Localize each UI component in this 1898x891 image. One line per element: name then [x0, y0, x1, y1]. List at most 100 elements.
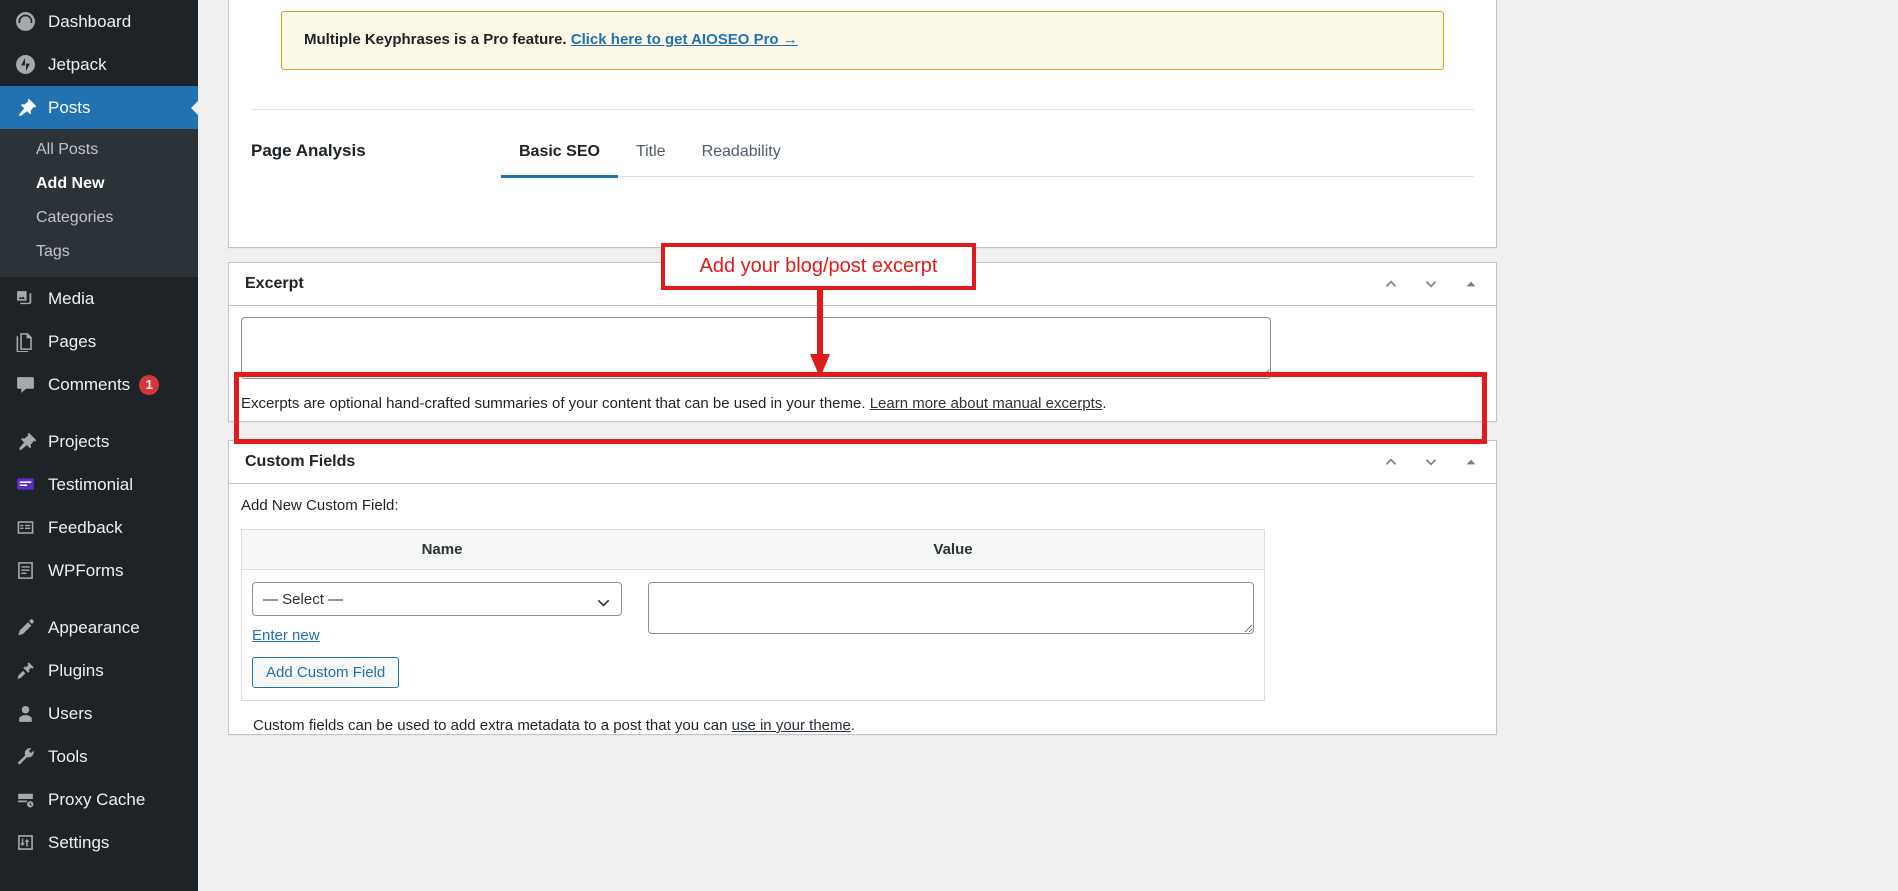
main-content-area: Multiple Keyphrases is a Pro feature. Cl…	[198, 0, 1898, 891]
page-analysis-title: Page Analysis	[251, 131, 501, 161]
toggle-panel-icon[interactable]	[1454, 445, 1488, 479]
excerpt-textarea[interactable]	[241, 317, 1271, 379]
settings-icon	[12, 830, 38, 856]
sidebar-item-projects[interactable]: Projects	[0, 420, 198, 463]
custom-fields-help-suffix: .	[851, 717, 855, 734]
page-analysis-row: Page Analysis Basic SEO Title Readabilit…	[229, 110, 1496, 177]
aioseo-pro-link[interactable]: Click here to get AIOSEO Pro →	[571, 31, 798, 48]
enter-new-link-wrapper: Enter new	[252, 616, 630, 645]
sidebar-item-jetpack[interactable]: Jetpack	[0, 43, 198, 86]
page-analysis-tabs: Basic SEO Title Readability	[501, 133, 1474, 177]
sidebar-subitem-tags[interactable]: Tags	[0, 235, 198, 269]
sidebar-item-plugins[interactable]: Plugins	[0, 649, 198, 692]
custom-fields-table-header: Name Value	[242, 530, 1264, 570]
excerpt-panel: Excerpt Excerpts are optional hand-craft…	[228, 262, 1497, 422]
sidebar-item-appearance[interactable]: Appearance	[0, 606, 198, 649]
custom-fields-table-row: — Select — Enter new Add Custom Field	[242, 570, 1264, 700]
move-up-icon[interactable]	[1374, 445, 1408, 479]
comments-icon	[12, 372, 38, 398]
move-up-icon[interactable]	[1374, 267, 1408, 301]
custom-fields-table: Name Value — Select —	[241, 529, 1265, 701]
sidebar-item-comments[interactable]: Comments 1	[0, 363, 198, 406]
sidebar-item-label: Projects	[48, 433, 109, 450]
plug-icon	[12, 658, 38, 684]
enter-new-link[interactable]: Enter new	[252, 627, 320, 644]
wpforms-icon	[12, 558, 38, 584]
excerpt-panel-title: Excerpt	[245, 273, 1374, 295]
sidebar-item-label: WPForms	[48, 562, 124, 579]
sidebar-item-label: Appearance	[48, 619, 140, 636]
toggle-panel-icon[interactable]	[1454, 267, 1488, 301]
proxy-cache-icon	[12, 787, 38, 813]
sidebar-item-media[interactable]: Media	[0, 277, 198, 320]
pages-icon	[12, 329, 38, 355]
aioseo-notice-text: Multiple Keyphrases is a Pro feature.	[304, 31, 567, 48]
sidebar-item-users[interactable]: Users	[0, 692, 198, 735]
move-down-icon[interactable]	[1414, 267, 1448, 301]
sidebar-item-label: Testimonial	[48, 476, 133, 493]
pin-icon	[12, 95, 38, 121]
sidebar-item-pages[interactable]: Pages	[0, 320, 198, 363]
custom-field-value-textarea[interactable]	[648, 582, 1254, 634]
media-icon	[12, 286, 38, 312]
aioseo-settings-panel: Multiple Keyphrases is a Pro feature. Cl…	[228, 0, 1497, 248]
sidebar-item-testimonial[interactable]: Testimonial	[0, 463, 198, 506]
sidebar-subitem-all-posts[interactable]: All Posts	[0, 133, 198, 167]
excerpt-help-link[interactable]: Learn more about manual excerpts	[870, 395, 1103, 412]
sidebar-item-label: Users	[48, 705, 92, 722]
sidebar-item-proxy-cache[interactable]: Proxy Cache	[0, 778, 198, 821]
add-custom-field-button[interactable]: Add Custom Field	[252, 657, 399, 688]
custom-fields-panel: Custom Fields Add New Custom Field: Name…	[228, 440, 1497, 735]
dashboard-icon	[12, 9, 38, 35]
brush-icon	[12, 615, 38, 641]
jetpack-icon	[12, 52, 38, 78]
comments-count-badge: 1	[139, 375, 159, 395]
excerpt-help-suffix: .	[1102, 395, 1106, 412]
sidebar-item-label: Plugins	[48, 662, 104, 679]
tab-readability[interactable]: Readability	[684, 133, 799, 178]
sidebar-divider	[0, 406, 198, 420]
pin-icon	[12, 429, 38, 455]
sidebar-item-posts[interactable]: Posts	[0, 86, 198, 129]
excerpt-help-prefix: Excerpts are optional hand-crafted summa…	[241, 395, 870, 412]
sidebar-item-settings[interactable]: Settings	[0, 821, 198, 864]
admin-sidebar: Dashboard Jetpack Posts All Posts Add Ne…	[0, 0, 198, 891]
tab-basic-seo[interactable]: Basic SEO	[501, 133, 618, 178]
custom-fields-help-link[interactable]: use in your theme	[732, 717, 851, 734]
custom-field-name-select-wrapper: — Select —	[252, 582, 622, 616]
custom-fields-help-prefix: Custom fields can be used to add extra m…	[253, 717, 732, 734]
sidebar-item-label: Pages	[48, 333, 96, 350]
excerpt-panel-header: Excerpt	[229, 263, 1496, 306]
add-new-custom-field-label: Add New Custom Field:	[241, 497, 1484, 514]
sidebar-item-dashboard[interactable]: Dashboard	[0, 0, 198, 43]
custom-fields-help-text: Custom fields can be used to add extra m…	[241, 701, 1484, 748]
tab-title[interactable]: Title	[618, 133, 684, 178]
sidebar-item-label: Feedback	[48, 519, 123, 536]
column-header-name: Name	[242, 530, 642, 569]
aioseo-pro-notice: Multiple Keyphrases is a Pro feature. Cl…	[281, 11, 1444, 70]
excerpt-body	[229, 306, 1496, 379]
sidebar-subitem-add-new[interactable]: Add New	[0, 167, 198, 201]
move-down-icon[interactable]	[1414, 445, 1448, 479]
sidebar-item-label: Proxy Cache	[48, 791, 145, 808]
custom-fields-panel-header: Custom Fields	[229, 441, 1496, 484]
custom-field-name-cell: — Select — Enter new Add Custom Field	[252, 582, 630, 688]
sidebar-item-label: Dashboard	[48, 13, 131, 30]
sidebar-item-wpforms[interactable]: WPForms	[0, 549, 198, 592]
custom-fields-panel-title: Custom Fields	[245, 451, 1374, 473]
sidebar-item-label: Media	[48, 290, 94, 307]
custom-fields-panel-controls	[1374, 445, 1488, 479]
excerpt-panel-controls	[1374, 267, 1488, 301]
sidebar-item-tools[interactable]: Tools	[0, 735, 198, 778]
sidebar-item-feedback[interactable]: Feedback	[0, 506, 198, 549]
testimonial-icon	[12, 472, 38, 498]
sidebar-item-label: Comments	[48, 376, 130, 393]
posts-submenu: All Posts Add New Categories Tags	[0, 129, 198, 277]
sidebar-item-label: Jetpack	[48, 56, 107, 73]
sidebar-divider	[0, 592, 198, 606]
custom-field-name-select[interactable]: — Select —	[252, 582, 622, 616]
custom-field-value-cell	[630, 582, 1254, 688]
sidebar-subitem-categories[interactable]: Categories	[0, 201, 198, 235]
sidebar-item-label: Posts	[48, 99, 91, 116]
sidebar-item-label: Settings	[48, 834, 109, 851]
